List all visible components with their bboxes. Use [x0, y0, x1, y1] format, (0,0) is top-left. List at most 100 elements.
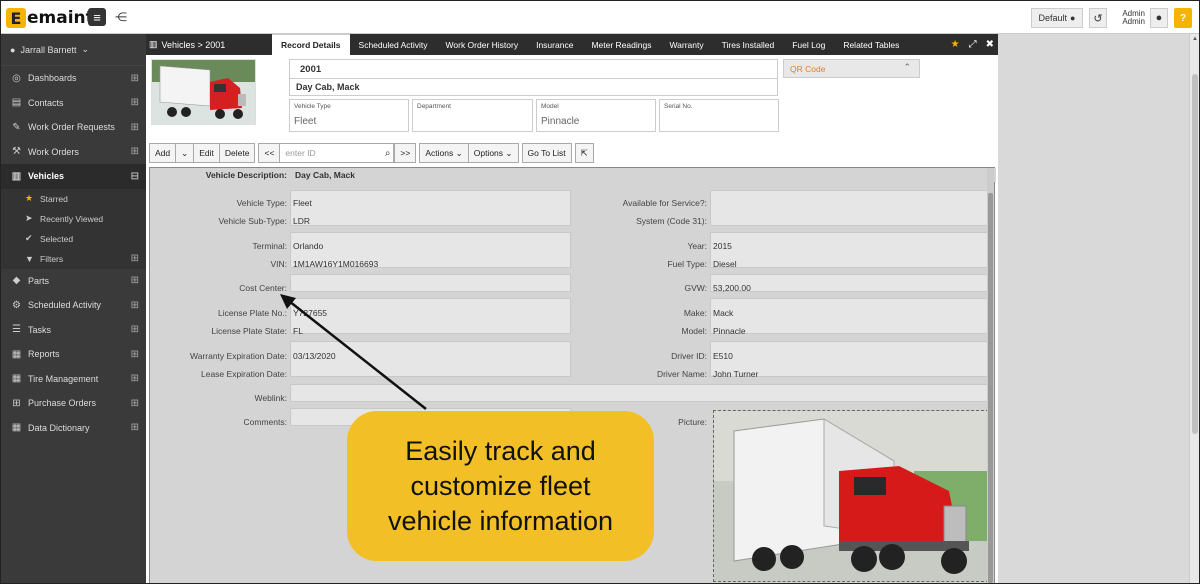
- sidebar-item-data-dictionary[interactable]: ▦ Data Dictionary ⊞: [1, 416, 146, 441]
- tab-work-order-history[interactable]: Work Order History: [437, 34, 528, 55]
- tab-warranty[interactable]: Warranty: [660, 34, 712, 55]
- scrollbar-thumb[interactable]: [1192, 74, 1198, 434]
- collapse-icon[interactable]: ⊟: [131, 171, 139, 182]
- menu-icon[interactable]: ≡: [88, 8, 106, 26]
- tab-fuel-log[interactable]: Fuel Log: [783, 34, 834, 55]
- field-label: Department: [417, 103, 451, 110]
- expand-icon[interactable]: ⤢: [969, 39, 977, 50]
- field-value-fuel-type: Diesel: [713, 259, 737, 269]
- expand-icon[interactable]: ⊞: [131, 422, 139, 433]
- expand-icon[interactable]: ⊞: [131, 73, 139, 84]
- scroll-up-icon[interactable]: ▲: [1192, 36, 1198, 42]
- expand-icon[interactable]: ⊞: [131, 349, 139, 360]
- chevron-down-icon: ⌄: [505, 147, 513, 158]
- expand-icon[interactable]: ⊞: [131, 324, 139, 335]
- field-box[interactable]: [710, 232, 990, 268]
- form-scrollbar-thumb[interactable]: [988, 193, 993, 583]
- edit-button[interactable]: Edit: [193, 143, 219, 163]
- field-value-driver-id: E510: [713, 351, 733, 361]
- expand-icon[interactable]: ⊞: [131, 373, 139, 384]
- sidebar-item-dashboards[interactable]: ◎ Dashboards ⊞: [1, 66, 146, 91]
- field-label-vin: VIN:: [270, 259, 287, 269]
- field-box[interactable]: [290, 274, 571, 292]
- sidebar-item-work-order-requests[interactable]: ✎ Work Order Requests ⊞: [1, 115, 146, 140]
- qr-code-toggle[interactable]: QR Code ⌃: [783, 59, 920, 78]
- sitemap-icon[interactable]: ⋲: [112, 8, 130, 26]
- close-icon[interactable]: ✖: [986, 39, 994, 50]
- expand-icon[interactable]: ⊞: [131, 97, 139, 108]
- expand-icon[interactable]: ⊞: [131, 146, 139, 157]
- sidebar-item-label: Contacts: [28, 97, 64, 108]
- table-icon: ▦: [11, 422, 22, 434]
- default-location-button[interactable]: Default ●: [1031, 8, 1083, 28]
- expand-icon[interactable]: ⊞: [131, 300, 139, 311]
- options-button[interactable]: Options ⌄: [467, 143, 519, 163]
- sidebar-subitem-selected[interactable]: ✔ Selected: [1, 228, 146, 249]
- star-icon[interactable]: ★: [951, 39, 960, 50]
- sidebar-subitem-recently-viewed[interactable]: ➤ Recently Viewed: [1, 208, 146, 229]
- sidebar-item-scheduled-activity[interactable]: ⚙ Scheduled Activity ⊞: [1, 293, 146, 318]
- sidebar-item-work-orders[interactable]: ⚒ Work Orders ⊞: [1, 140, 146, 165]
- page-scrollbar[interactable]: ▲: [1189, 34, 1199, 583]
- history-icon[interactable]: ↺: [1089, 8, 1107, 28]
- sidebar-user[interactable]: ● Jarrall Barnett ⌄: [1, 34, 146, 66]
- help-button[interactable]: ?: [1174, 8, 1192, 28]
- add-dropdown-icon[interactable]: ⌄: [175, 143, 194, 163]
- share-icon[interactable]: ⇱: [574, 143, 594, 163]
- sidebar-subitem-filters[interactable]: ▼ Filters ⊞: [1, 248, 146, 269]
- emaint-logo[interactable]: E emaint: [6, 8, 94, 28]
- field-box[interactable]: [710, 274, 990, 292]
- field-box[interactable]: [290, 298, 571, 334]
- sidebar-item-contacts[interactable]: ▤ Contacts ⊞: [1, 91, 146, 116]
- expand-icon[interactable]: ⊞: [131, 398, 139, 409]
- tab-meter-readings[interactable]: Meter Readings: [582, 34, 660, 55]
- expand-icon[interactable]: ⊞: [131, 275, 139, 286]
- tab-record-details[interactable]: Record Details: [272, 34, 350, 55]
- field-value-vin: 1M1AW16Y1M016693: [293, 259, 379, 269]
- delete-button[interactable]: Delete: [218, 143, 256, 163]
- sidebar-item-tire-management[interactable]: ▦ Tire Management ⊞: [1, 367, 146, 392]
- tab-tires-installed[interactable]: Tires Installed: [713, 34, 784, 55]
- field-label-license-plate-no: License Plate No.:: [218, 308, 287, 318]
- cart-icon: ⊞: [12, 397, 21, 409]
- sidebar-subitem-label: Recently Viewed: [40, 213, 104, 224]
- form-scrollbar[interactable]: [987, 168, 994, 583]
- add-button[interactable]: Add: [149, 143, 176, 163]
- sidebar-item-purchase-orders[interactable]: ⊞ Purchase Orders ⊞: [1, 391, 146, 416]
- tab-scheduled-activity[interactable]: Scheduled Activity: [350, 34, 437, 55]
- vehicle-picture[interactable]: [713, 410, 989, 582]
- field-value: Pinnacle: [541, 116, 580, 127]
- field-box[interactable]: [710, 190, 990, 226]
- breadcrumb[interactable]: ▥ Vehicles > 2001: [149, 34, 225, 55]
- field-label-driver-name: Driver Name:: [656, 369, 707, 379]
- next-button[interactable]: >>: [394, 143, 417, 163]
- tab-bar: ▥ Vehicles > 2001 Record Details Schedule…: [146, 34, 998, 55]
- previous-button[interactable]: <<: [258, 143, 280, 163]
- wrench-icon: ✎: [12, 121, 21, 133]
- expand-icon[interactable]: ⊞: [131, 122, 139, 133]
- sidebar-item-reports[interactable]: ▦ Reports ⊞: [1, 342, 146, 367]
- tab-insurance[interactable]: Insurance: [527, 34, 582, 55]
- star-icon: ★: [25, 193, 34, 203]
- search-icon[interactable]: ⌕: [385, 148, 391, 159]
- go-to-list-button[interactable]: Go To List: [521, 143, 572, 163]
- vehicle-thumbnail[interactable]: [151, 59, 256, 125]
- tab-related-tables[interactable]: Related Tables: [834, 34, 908, 55]
- serial-no-field: Serial No.: [659, 99, 779, 132]
- model-field: Model Pinnacle: [536, 99, 656, 132]
- expand-icon[interactable]: ⊞: [131, 253, 139, 264]
- sidebar-item-tasks[interactable]: ☰ Tasks ⊞: [1, 318, 146, 343]
- sidebar-subitem-starred[interactable]: ★ Starred: [1, 188, 146, 209]
- actions-button[interactable]: Actions ⌄: [419, 143, 468, 163]
- record-id: 2001: [289, 59, 778, 79]
- field-box[interactable]: [290, 384, 990, 402]
- logo-text: emaint: [27, 8, 94, 28]
- record-id-search[interactable]: enter ID ⌕: [279, 143, 395, 163]
- field-box[interactable]: [710, 298, 990, 334]
- user-icon[interactable]: ●: [1150, 8, 1168, 28]
- sidebar-item-vehicles[interactable]: ▥ Vehicles ⊟: [1, 164, 146, 189]
- description-value: Day Cab, Mack: [295, 170, 355, 180]
- sidebar-item-label: Reports: [28, 349, 60, 360]
- field-box[interactable]: [290, 190, 571, 226]
- sidebar-item-parts[interactable]: ◆ Parts ⊞: [1, 269, 146, 294]
